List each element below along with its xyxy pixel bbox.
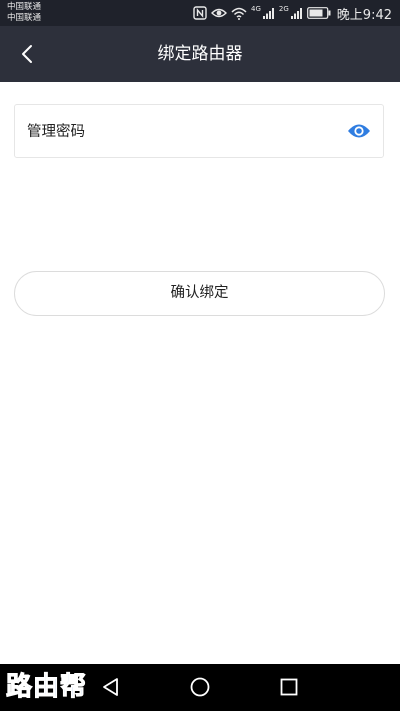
nfc-icon: [193, 6, 207, 20]
password-input[interactable]: [105, 115, 339, 149]
signal-1-label: 4G: [251, 5, 261, 13]
status-bar: 中国联通 中国联通 4G 2G 晚上9:42: [0, 0, 400, 26]
app-header: 绑定路由器: [0, 26, 400, 82]
signal-icon: [290, 8, 302, 19]
clock: 晚上9:42: [336, 7, 392, 23]
password-field-row: 管理密码: [14, 104, 384, 158]
battery-icon: [306, 7, 331, 19]
carrier-info: 中国联通 中国联通: [7, 2, 41, 24]
carrier-1: 中国联通: [7, 2, 42, 12]
signal-icon: [262, 8, 274, 19]
recents-square-icon[interactable]: [277, 675, 301, 699]
carrier-2: 中国联通: [7, 13, 42, 23]
eye-icon[interactable]: [347, 122, 371, 140]
back-triangle-icon[interactable]: [99, 675, 123, 699]
eye-comfort-icon: [211, 8, 228, 18]
home-circle-icon[interactable]: [188, 675, 212, 699]
wifi-icon: [231, 7, 247, 20]
status-icons: 4G 2G 晚上9:42: [193, 4, 392, 23]
watermark-logo: 路由帮: [5, 672, 88, 703]
confirm-bind-button[interactable]: 确认绑定: [14, 271, 385, 316]
page-title: 绑定路由器: [157, 44, 243, 64]
signal-2-label: 2G: [278, 5, 289, 13]
password-label: 管理密码: [27, 124, 85, 140]
